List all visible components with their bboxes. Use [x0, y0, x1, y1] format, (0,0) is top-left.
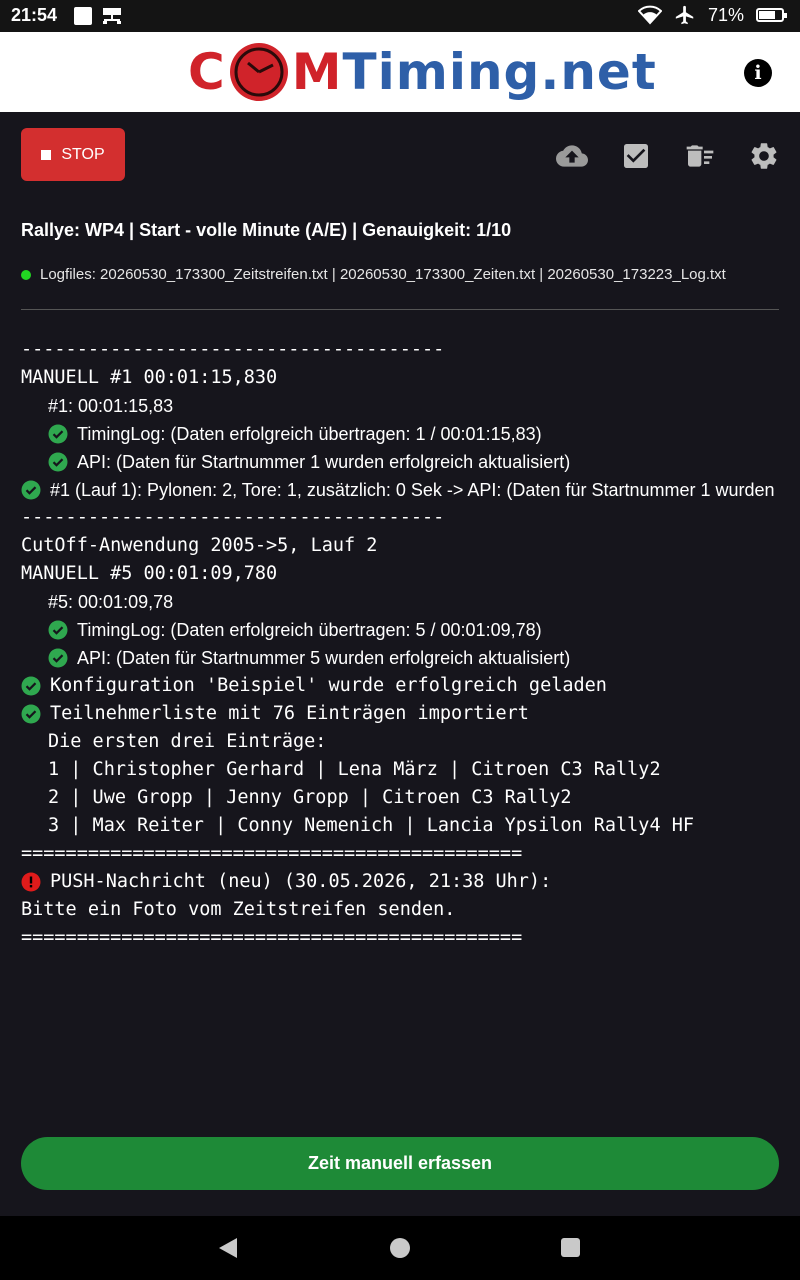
- log-output: -------------------------------------- M…: [21, 336, 779, 952]
- log-line: CutOff-Anwendung 2005->5, Lauf 2: [21, 535, 378, 556]
- stop-button[interactable]: STOP: [21, 128, 125, 181]
- check-circle-icon: [48, 424, 68, 444]
- network-icon: [103, 8, 121, 24]
- log-text: TimingLog: (Daten erfolgreich übertragen…: [77, 424, 542, 444]
- home-icon[interactable]: [390, 1238, 410, 1258]
- log-line: API: (Daten für Startnummer 5 wurden erf…: [21, 644, 779, 672]
- delete-list-icon[interactable]: [684, 140, 716, 172]
- check-circle-icon: [48, 452, 68, 472]
- notification-icon: [74, 7, 92, 25]
- log-line: Die ersten drei Einträge:: [48, 731, 327, 752]
- info-button[interactable]: i: [744, 59, 772, 87]
- log-line: TimingLog: (Daten erfolgreich übertragen…: [21, 420, 779, 448]
- manual-time-button[interactable]: Zeit manuell erfassen: [21, 1137, 779, 1190]
- airplane-icon: [675, 5, 694, 25]
- app-header: C M Timing.net i: [0, 32, 800, 112]
- clock-logo-icon: [229, 43, 288, 101]
- log-line: API: (Daten für Startnummer 1 wurden erf…: [21, 448, 779, 476]
- log-text: API: (Daten für Startnummer 1 wurden erf…: [77, 452, 571, 472]
- rally-info: Rallye: WP4 | Start - volle Minute (A/E)…: [21, 220, 512, 240]
- log-line: #1: 00:01:15,83: [48, 396, 174, 416]
- log-line: 1 | Christopher Gerhard | Lena März | Ci…: [48, 759, 661, 780]
- back-icon[interactable]: [219, 1238, 237, 1258]
- battery-icon: [756, 8, 787, 22]
- check-circle-icon: [21, 704, 41, 724]
- recent-apps-icon[interactable]: [561, 1238, 580, 1257]
- wifi-icon: [637, 5, 662, 25]
- check-circle-icon: [48, 648, 68, 668]
- comtiming-logo: C M Timing.net: [188, 40, 657, 104]
- settings-icon[interactable]: [748, 140, 780, 172]
- log-line: MANUELL #1 00:01:15,830: [21, 367, 278, 388]
- log-line: #5: 00:01:09,78: [48, 592, 174, 612]
- battery-percent: 71%: [707, 4, 744, 25]
- stop-icon: [41, 149, 52, 160]
- status-dot-icon: [21, 269, 31, 280]
- status-bar: 21:54 71%: [0, 0, 800, 32]
- log-text: API: (Daten für Startnummer 5 wurden erf…: [77, 648, 571, 668]
- logo-letter-c: C: [188, 43, 226, 101]
- log-line: --------------------------------------: [21, 339, 445, 360]
- log-line: PUSH-Nachricht (neu) (30.05.2026, 21:38 …: [21, 868, 779, 896]
- logo-timing-text: Timing.net: [342, 43, 657, 101]
- log-line: 2 | Uwe Gropp | Jenny Gropp | Citroen C3…: [48, 787, 572, 808]
- log-line: TimingLog: (Daten erfolgreich übertragen…: [21, 616, 779, 644]
- alert-icon: [21, 872, 41, 892]
- log-text: TimingLog: (Daten erfolgreich übertragen…: [77, 620, 542, 640]
- check-circle-icon: [21, 676, 41, 696]
- log-line: Konfiguration 'Beispiel' wurde erfolgrei…: [21, 672, 779, 700]
- log-text: Teilnehmerliste mit 76 Einträgen importi…: [50, 703, 529, 724]
- logo-letter-m: M: [291, 43, 343, 101]
- status-time: 21:54: [11, 5, 58, 25]
- log-line: --------------------------------------: [21, 507, 445, 528]
- log-line: ========================================…: [21, 843, 523, 864]
- log-text: #1 (Lauf 1): Pylonen: 2, Tore: 1, zusätz…: [50, 480, 779, 500]
- logfiles-text: Logfiles: 20260530_173300_Zeitstreifen.t…: [40, 266, 726, 283]
- log-text: Konfiguration 'Beispiel' wurde erfolgrei…: [50, 675, 607, 696]
- log-line: #1 (Lauf 1): Pylonen: 2, Tore: 1, zusätz…: [21, 476, 779, 504]
- logfiles-line: Logfiles: 20260530_173300_Zeitstreifen.t…: [21, 266, 779, 283]
- check-circle-icon: [21, 480, 41, 500]
- log-line: ========================================…: [21, 927, 523, 948]
- cloud-upload-icon[interactable]: [556, 140, 588, 172]
- log-line: MANUELL #5 00:01:09,780: [21, 563, 278, 584]
- log-line: 3 | Max Reiter | Conny Nemenich | Lancia…: [48, 815, 695, 836]
- log-text: PUSH-Nachricht (neu) (30.05.2026, 21:38 …: [50, 871, 552, 892]
- check-circle-icon: [48, 620, 68, 640]
- checkbox-icon[interactable]: [620, 140, 652, 172]
- divider: [21, 309, 779, 310]
- log-line: Teilnehmerliste mit 76 Einträgen importi…: [21, 700, 779, 728]
- log-line: Bitte ein Foto vom Zeitstreifen senden.: [21, 899, 456, 920]
- stop-button-label: STOP: [61, 145, 105, 163]
